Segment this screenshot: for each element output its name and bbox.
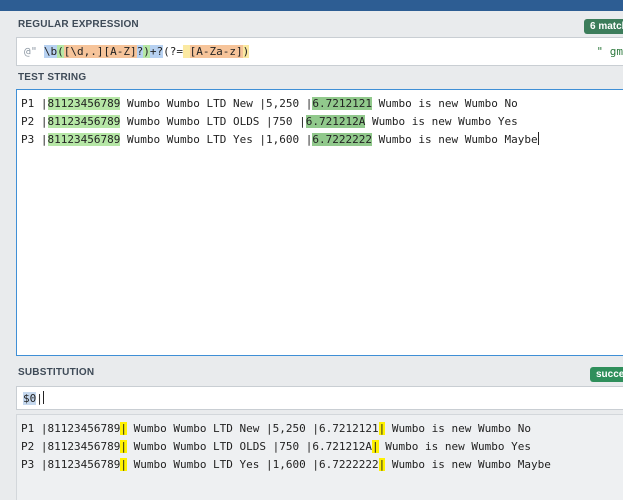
- line-text: Wumbo Wumbo LTD New |5,250 |6.7212121: [126, 422, 379, 435]
- test-line: P1 |81123456789 Wumbo Wumbo LTD New |5,2…: [21, 95, 539, 113]
- inserted-pipe: |: [372, 440, 379, 453]
- substitution-token: $0: [23, 392, 37, 405]
- regex-token: (: [57, 45, 64, 58]
- text-cursor: [42, 391, 44, 404]
- regex-token: [A-Z]: [103, 45, 137, 58]
- inserted-pipe: |: [120, 422, 127, 435]
- match-highlight: 81123456789: [47, 133, 121, 146]
- output-line: P2 |81123456789| Wumbo Wumbo LTD OLDS |7…: [21, 438, 551, 456]
- line-text: P3 |81123456789: [21, 458, 121, 471]
- regex-token: \b: [43, 45, 58, 58]
- line-text: Wumbo Wumbo LTD OLDS |750 |: [120, 115, 306, 128]
- regex-token: [37, 45, 44, 58]
- match-highlight: 6.7222222: [312, 133, 373, 146]
- line-text: Wumbo is new Wumbo Yes: [378, 440, 531, 453]
- line-text: Wumbo Wumbo LTD Yes |1,600 |: [120, 133, 313, 146]
- line-text: Wumbo is new Wumbo Yes: [365, 115, 518, 128]
- line-text: Wumbo is new Wumbo Maybe: [385, 458, 551, 471]
- substitution-pattern[interactable]: $0|: [23, 391, 44, 405]
- test-line: P2 |81123456789 Wumbo Wumbo LTD OLDS |75…: [21, 113, 539, 131]
- match-highlight: 6.721212A: [305, 115, 366, 128]
- substitution-output-lines: P1 |81123456789| Wumbo Wumbo LTD New |5,…: [21, 420, 551, 474]
- regex-token: [183, 45, 190, 58]
- regex-flags[interactable]: " gm: [597, 45, 623, 58]
- regex-input[interactable]: @" \b([\d,.][A-Z]?)+?(?= [A-Za-z]) " gm: [16, 37, 623, 66]
- line-text: P1 |: [21, 97, 48, 110]
- line-text: P1 |81123456789: [21, 422, 121, 435]
- regex-section-label: REGULAR EXPRESSION: [18, 19, 139, 30]
- substitution-section-label: SUBSTITUTION: [18, 367, 95, 378]
- line-text: Wumbo Wumbo LTD New |5,250 |: [120, 97, 313, 110]
- match-count-badge[interactable]: 6 matches: [584, 19, 623, 34]
- test-string-input[interactable]: P1 |81123456789 Wumbo Wumbo LTD New |5,2…: [16, 89, 623, 356]
- regex-token: ): [242, 45, 250, 58]
- line-text: P2 |: [21, 115, 48, 128]
- output-line: P3 |81123456789| Wumbo Wumbo LTD Yes |1,…: [21, 456, 551, 474]
- substitution-literal: |: [36, 392, 43, 405]
- inserted-pipe: |: [120, 440, 127, 453]
- substitution-status-badge: success: [590, 367, 623, 382]
- substitution-input[interactable]: $0|: [16, 386, 623, 410]
- output-line: P1 |81123456789| Wumbo Wumbo LTD New |5,…: [21, 420, 551, 438]
- regex-tokens: \b([\d,.][A-Z]?)+?(?= [A-Za-z]): [37, 45, 250, 58]
- text-cursor: [537, 132, 539, 145]
- match-highlight: 6.7212121: [312, 97, 373, 110]
- line-text: Wumbo Wumbo LTD OLDS |750 |6.721212A: [126, 440, 373, 453]
- regex-expression[interactable]: @" \b([\d,.][A-Z]?)+?(?= [A-Za-z]): [24, 45, 250, 58]
- regex-token: ,.: [83, 45, 97, 58]
- line-text: P2 |81123456789: [21, 440, 121, 453]
- line-text: Wumbo Wumbo LTD Yes |1,600 |6.7222222: [126, 458, 379, 471]
- regex-token: ]: [96, 45, 104, 58]
- match-highlight: 81123456789: [47, 115, 121, 128]
- test-string-lines: P1 |81123456789 Wumbo Wumbo LTD New |5,2…: [21, 95, 539, 149]
- regex-token: ): [143, 45, 150, 58]
- regex-token: (?=: [163, 45, 183, 58]
- inserted-pipe: |: [120, 458, 127, 471]
- match-highlight: 81123456789: [47, 97, 121, 110]
- test-string-section-label: TEST STRING: [18, 72, 87, 83]
- test-line: P3 |81123456789 Wumbo Wumbo LTD Yes |1,6…: [21, 131, 539, 149]
- substitution-output: P1 |81123456789| Wumbo Wumbo LTD New |5,…: [16, 414, 623, 500]
- regex-token: +?: [149, 45, 164, 58]
- line-text: Wumbo is new Wumbo No: [372, 97, 518, 110]
- top-bar: [0, 0, 623, 11]
- regex-prefix: @": [24, 45, 38, 58]
- line-text: Wumbo is new Wumbo No: [385, 422, 531, 435]
- regex-token: \d: [70, 45, 84, 58]
- regex-token: [A-Za-z]: [189, 45, 243, 58]
- line-text: Wumbo is new Wumbo Maybe: [372, 133, 538, 146]
- line-text: P3 |: [21, 133, 48, 146]
